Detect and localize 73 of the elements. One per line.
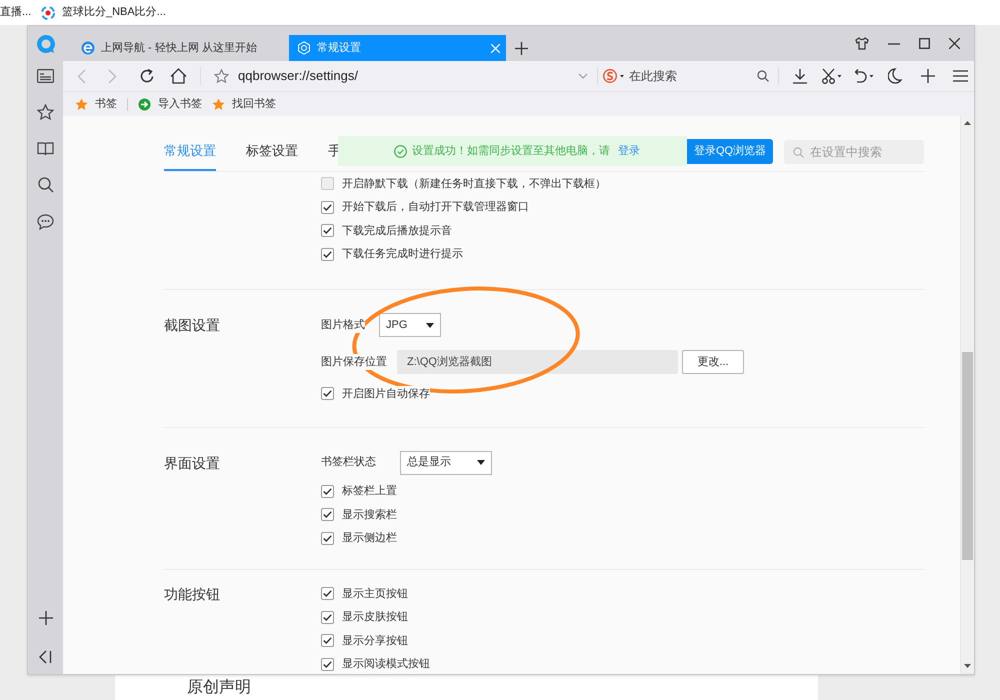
moon-icon[interactable] — [888, 68, 902, 84]
bookmark-item[interactable]: 导入书签 — [138, 96, 202, 112]
section-title: 功能按钮 — [164, 585, 221, 604]
book-icon[interactable] — [37, 142, 54, 156]
menu-icon[interactable] — [953, 70, 968, 82]
dropdown[interactable]: 总是显示 — [400, 450, 492, 474]
scissors-icon[interactable] — [821, 68, 843, 84]
star-icon — [212, 98, 225, 110]
chat-bubble-icon[interactable] — [37, 214, 54, 230]
close-icon[interactable] — [949, 38, 960, 49]
checkbox[interactable] — [321, 658, 334, 671]
scroll-up-icon[interactable] — [964, 121, 971, 125]
search-icon[interactable] — [757, 70, 769, 82]
colorful-logo-icon — [41, 6, 55, 20]
section-title: 截图设置 — [164, 316, 221, 335]
checkbox[interactable] — [321, 532, 334, 545]
checkbox[interactable] — [321, 587, 334, 600]
settings-tab[interactable]: 标签设置 — [246, 141, 298, 171]
settings-icon — [297, 41, 311, 55]
new-tab-icon[interactable] — [515, 42, 528, 55]
home-icon[interactable] — [170, 68, 187, 84]
checkbox[interactable] — [321, 224, 334, 238]
search-engine-logo-icon[interactable] — [603, 69, 625, 83]
checkbox[interactable] — [321, 484, 334, 498]
checkbox[interactable] — [321, 177, 334, 190]
reload-icon[interactable] — [139, 68, 155, 84]
maximize-icon[interactable] — [919, 38, 930, 49]
scrollbar[interactable] — [960, 116, 974, 674]
scroll-down-icon[interactable] — [964, 664, 971, 668]
add-icon[interactable] — [921, 69, 935, 83]
checkbox[interactable] — [321, 200, 334, 214]
checkbox[interactable] — [321, 248, 334, 261]
skin-shirt-icon[interactable] — [855, 37, 869, 50]
caret-icon — [426, 322, 434, 328]
web-page-icon — [81, 41, 95, 55]
dropdown[interactable]: JPG — [379, 313, 441, 337]
field-label: 图片保存位置 — [321, 354, 387, 370]
import-icon — [138, 98, 151, 110]
search-icon[interactable] — [38, 177, 54, 193]
footer-heading: 原创声明 — [187, 678, 251, 697]
checkbox[interactable] — [321, 508, 334, 522]
section-title: 界面设置 — [164, 454, 221, 472]
star-icon — [75, 98, 88, 110]
favorite-star-icon[interactable] — [214, 68, 229, 84]
path-field[interactable]: Z:\QQ浏览器截图 — [397, 350, 678, 374]
add-icon[interactable] — [38, 611, 52, 625]
collapse-sidebar-icon[interactable] — [39, 650, 52, 664]
search-icon — [793, 146, 804, 158]
star-icon[interactable] — [37, 104, 54, 121]
url-field[interactable]: qqbrowser://settings/ — [238, 66, 578, 86]
undo-icon[interactable] — [853, 68, 875, 84]
background-tab[interactable]: 直播... — [0, 4, 40, 21]
field-label: 图片格式 — [321, 316, 365, 334]
background-tab[interactable]: 篮球比分_NBA比分... — [62, 4, 166, 21]
checkbox[interactable] — [321, 634, 334, 648]
checkbox[interactable] — [321, 610, 334, 624]
bookmark-item[interactable]: 书签 — [75, 96, 117, 112]
news-card-icon[interactable] — [37, 69, 54, 83]
browser-tab[interactable]: 上网导航 - 轻快上网 从这里开始 — [71, 35, 289, 61]
scrollbar-thumb[interactable] — [962, 352, 973, 560]
change-button[interactable]: 更改... — [682, 350, 744, 374]
notice-text: 设置成功！如需同步设置至其他电脑，请 — [412, 144, 610, 159]
bookmark-item[interactable]: 找回书签 — [212, 96, 276, 112]
checkbox[interactable] — [321, 387, 334, 400]
search-field[interactable]: 在此搜索 — [629, 67, 769, 85]
checkbox-label: 下载完成后播放提示音 — [342, 222, 452, 239]
checkbox-label: 显示搜索栏 — [342, 506, 397, 523]
success-check-icon — [394, 144, 407, 158]
checkbox-label: 显示主页按钮 — [342, 586, 408, 602]
download-icon[interactable] — [792, 68, 808, 84]
close-tab-icon[interactable] — [491, 44, 500, 52]
login-button[interactable]: 登录QQ浏览器 — [687, 138, 773, 164]
caret-icon — [477, 460, 485, 465]
